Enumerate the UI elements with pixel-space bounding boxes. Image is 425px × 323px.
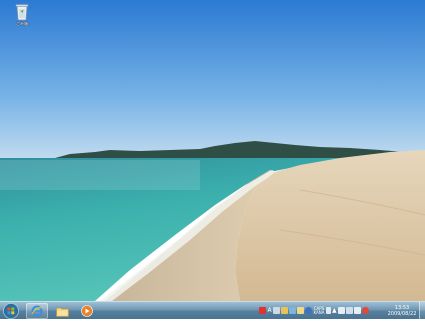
folder-icon	[55, 307, 69, 317]
start-button[interactable]	[3, 303, 19, 319]
dictionary-icon[interactable]	[289, 307, 296, 314]
system-tray: A CAPS KANA ▲	[259, 302, 385, 319]
taskbar-media-player-button[interactable]	[76, 303, 98, 319]
options-icon[interactable]	[326, 307, 331, 314]
chevron-up-icon[interactable]: ▲	[332, 307, 337, 314]
taskbar-explorer-button[interactable]	[51, 303, 73, 319]
taskbar: A CAPS KANA ▲ 13:53 2009/08/22	[0, 301, 425, 319]
ime-tool-icon[interactable]	[281, 307, 288, 314]
recycle-bin-icon	[15, 4, 29, 21]
notepad-icon[interactable]	[297, 307, 304, 314]
desktop: ごみ箱	[0, 0, 425, 301]
language-indicator[interactable]: A	[267, 307, 272, 314]
kana-label: KANA	[313, 309, 325, 315]
help-icon[interactable]	[305, 307, 312, 314]
network-icon[interactable]	[345, 307, 353, 314]
speaker-icon[interactable]	[337, 307, 345, 314]
action-center-icon[interactable]	[353, 307, 361, 314]
alert-icon[interactable]	[259, 307, 266, 314]
internet-explorer-icon	[31, 305, 43, 317]
security-icon[interactable]	[361, 307, 369, 314]
taskbar-ie-button[interactable]	[26, 303, 48, 319]
ime-status: CAPS KANA	[313, 306, 325, 315]
show-desktop-button[interactable]	[419, 302, 425, 319]
windows-start-orb-icon	[3, 303, 19, 319]
ime-mode-icon[interactable]	[273, 307, 280, 314]
clock[interactable]: 13:53 2009/08/22	[386, 303, 418, 319]
clock-date: 2009/08/22	[387, 311, 417, 317]
recycle-bin-shortcut[interactable]: ごみ箱	[9, 3, 35, 26]
recycle-bin-label: ごみ箱	[16, 21, 28, 26]
media-player-icon	[81, 305, 93, 317]
wallpaper	[0, 0, 425, 301]
